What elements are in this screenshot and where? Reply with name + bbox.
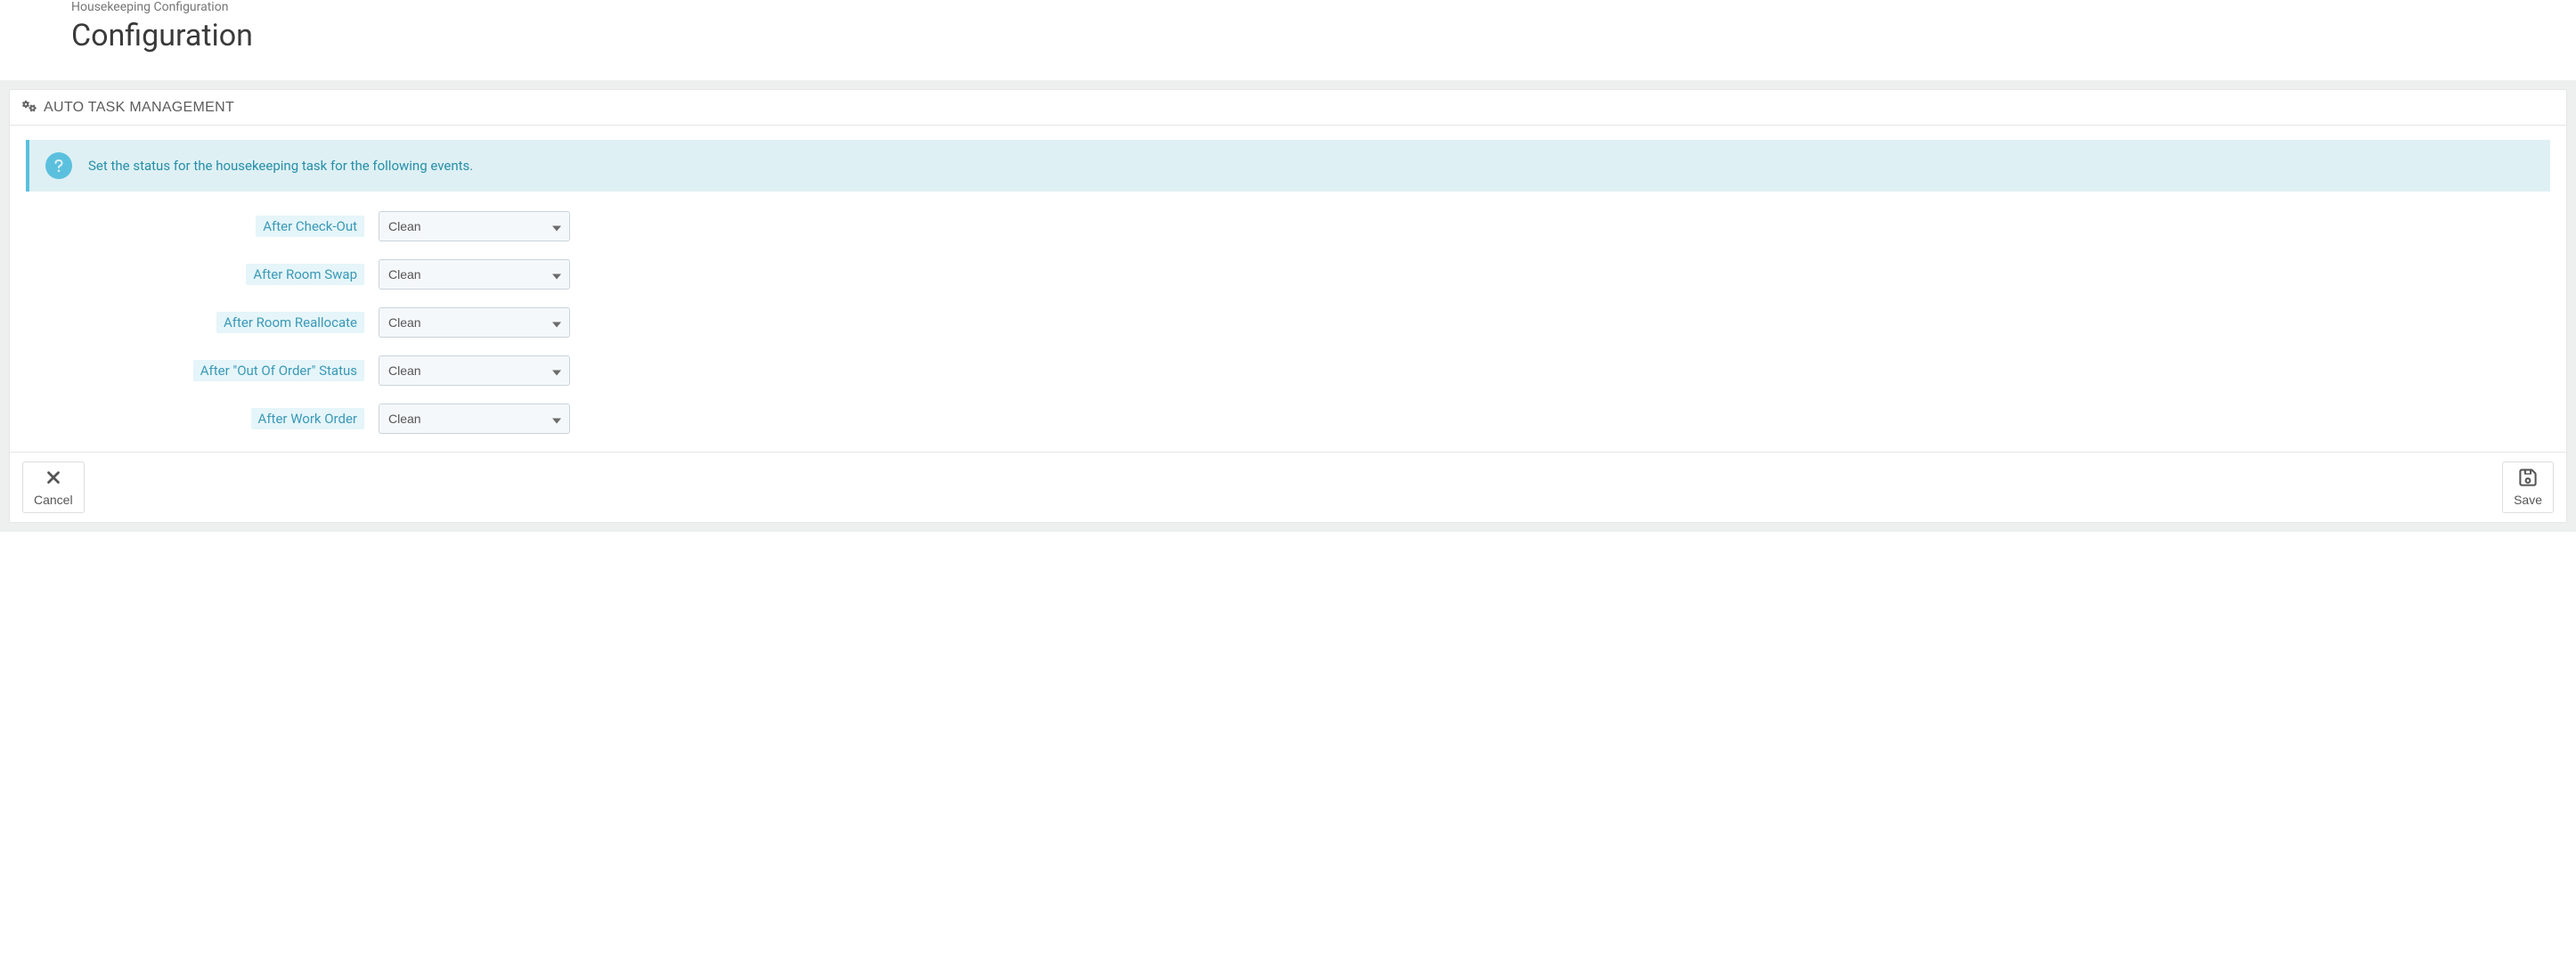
select-after-room-reallocate[interactable]: Clean bbox=[379, 307, 570, 338]
row-after-room-reallocate: After Room Reallocate Clean bbox=[26, 307, 2550, 338]
cancel-label: Cancel bbox=[34, 493, 73, 507]
breadcrumb: Housekeeping Configuration bbox=[71, 0, 2505, 14]
cancel-button[interactable]: Cancel bbox=[22, 461, 85, 513]
save-label: Save bbox=[2514, 493, 2542, 507]
select-after-out-of-order[interactable]: Clean bbox=[379, 355, 570, 386]
panel-title: AUTO TASK MANAGEMENT bbox=[44, 100, 234, 116]
panel-footer: Cancel Save bbox=[10, 452, 2566, 522]
row-after-out-of-order: After "Out Of Order" Status Clean bbox=[26, 355, 2550, 386]
panel-heading: AUTO TASK MANAGEMENT bbox=[10, 90, 2566, 126]
help-icon bbox=[45, 152, 72, 179]
label-after-checkout: After Check-Out bbox=[256, 216, 364, 237]
row-after-room-swap: After Room Swap Clean bbox=[26, 259, 2550, 290]
label-after-room-swap: After Room Swap bbox=[246, 264, 364, 285]
row-after-work-order: After Work Order Clean bbox=[26, 404, 2550, 434]
label-after-work-order: After Work Order bbox=[251, 408, 364, 429]
select-after-work-order[interactable]: Clean bbox=[379, 404, 570, 434]
label-after-out-of-order: After "Out Of Order" Status bbox=[193, 360, 364, 381]
row-after-checkout: After Check-Out Clean bbox=[26, 211, 2550, 241]
gears-icon bbox=[22, 99, 37, 116]
label-after-room-reallocate: After Room Reallocate bbox=[216, 312, 364, 333]
select-after-room-swap[interactable]: Clean bbox=[379, 259, 570, 290]
select-after-checkout[interactable]: Clean bbox=[379, 211, 570, 241]
save-icon bbox=[2518, 468, 2538, 490]
info-text: Set the status for the housekeeping task… bbox=[88, 158, 473, 174]
info-message: Set the status for the housekeeping task… bbox=[26, 140, 2550, 192]
save-button[interactable]: Save bbox=[2502, 461, 2554, 513]
page-title: Configuration bbox=[71, 18, 2505, 53]
auto-task-management-panel: AUTO TASK MANAGEMENT Set the status for … bbox=[9, 89, 2567, 523]
close-icon bbox=[44, 468, 63, 490]
